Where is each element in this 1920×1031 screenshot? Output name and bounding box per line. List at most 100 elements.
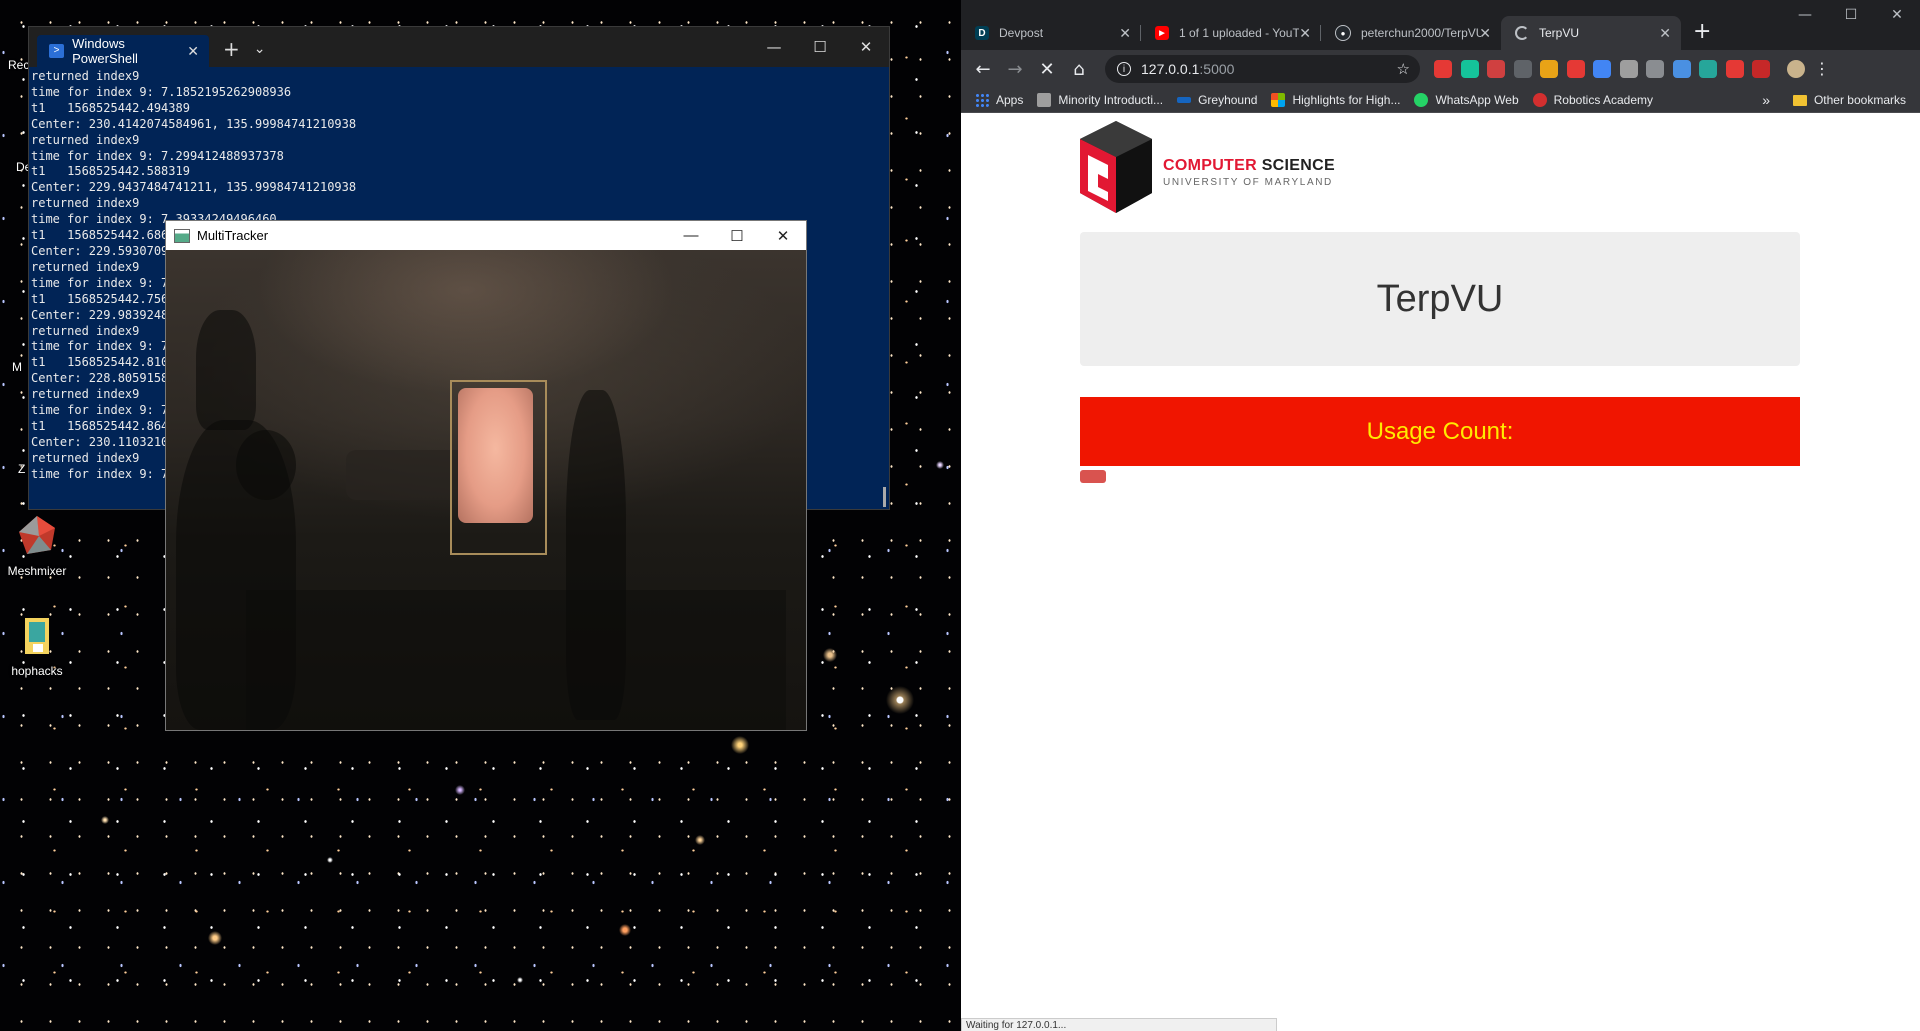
browser-tab-active[interactable]: TerpVU ✕ bbox=[1501, 16, 1681, 50]
multitracker-title: MultiTracker bbox=[197, 228, 269, 243]
new-tab-icon[interactable]: + bbox=[223, 37, 240, 61]
minimize-icon[interactable]: — bbox=[751, 27, 797, 67]
close-icon[interactable]: ✕ bbox=[843, 27, 889, 67]
greyhound-favicon-icon bbox=[1177, 97, 1192, 103]
app-window-icon bbox=[174, 228, 190, 243]
bookmark-label: Highlights for High... bbox=[1292, 93, 1401, 107]
folder-icon bbox=[1792, 94, 1807, 106]
console-line: t1 1568525442.494389 bbox=[31, 100, 190, 115]
info-icon: i bbox=[1117, 62, 1131, 76]
powershell-tab-title: Windows PowerShell bbox=[72, 36, 138, 66]
bookmark-apps[interactable]: Apps bbox=[975, 93, 1023, 107]
bookmark-item[interactable]: Highlights for High... bbox=[1271, 93, 1400, 107]
bookmark-item[interactable]: Minority Introducti... bbox=[1037, 93, 1163, 107]
devpost-favicon-icon: D bbox=[975, 26, 989, 40]
browser-tab[interactable]: ▶ 1 of 1 uploaded - YouTube ✕ bbox=[1141, 16, 1321, 50]
stop-loading-icon[interactable]: ✕ bbox=[1031, 59, 1063, 80]
extension-icon[interactable] bbox=[1487, 60, 1505, 78]
apps-grid-icon bbox=[975, 93, 989, 107]
background-shadow bbox=[196, 310, 256, 430]
chrome-menu-icon[interactable]: ⋮ bbox=[1813, 60, 1831, 78]
desktop-partial-label: Rec bbox=[8, 58, 30, 72]
other-bookmarks[interactable]: Other bookmarks bbox=[1792, 93, 1906, 107]
browser-tab[interactable]: D Devpost ✕ bbox=[961, 16, 1141, 50]
multitracker-window[interactable]: MultiTracker — ☐ ✕ bbox=[165, 220, 807, 731]
console-scrollbar[interactable] bbox=[883, 487, 886, 507]
url-host: 127.0.0.1 bbox=[1141, 61, 1200, 77]
extension-icon[interactable] bbox=[1699, 60, 1717, 78]
tab-title: Devpost bbox=[999, 26, 1044, 40]
forward-arrow-icon[interactable]: → bbox=[999, 59, 1031, 80]
meshmixer-desktop-icon[interactable]: Meshmixer bbox=[0, 512, 74, 578]
close-icon[interactable]: ✕ bbox=[1874, 0, 1920, 30]
new-tab-icon[interactable]: + bbox=[1693, 19, 1711, 44]
tab-title: peterchun2000/TerpVU bbox=[1361, 26, 1481, 40]
back-arrow-icon[interactable]: ← bbox=[967, 59, 999, 80]
console-line: returned index9 bbox=[31, 196, 140, 211]
console-line: Center: 229.9437484741211, 135.999847412… bbox=[31, 180, 357, 195]
robotics-favicon-icon bbox=[1532, 93, 1547, 107]
tracking-bounding-box bbox=[450, 380, 547, 555]
extension-icon[interactable] bbox=[1593, 60, 1611, 78]
extension-icon[interactable] bbox=[1540, 60, 1558, 78]
minimize-icon[interactable]: — bbox=[1782, 0, 1828, 30]
bookmark-item[interactable]: Greyhound bbox=[1177, 93, 1257, 107]
close-tab-icon[interactable]: ✕ bbox=[187, 43, 199, 60]
loading-spinner-icon bbox=[1515, 26, 1529, 40]
maximize-icon[interactable]: ☐ bbox=[1828, 0, 1874, 30]
bookmark-star-icon[interactable]: ☆ bbox=[1397, 60, 1410, 78]
chrome-tabbar[interactable]: D Devpost ✕ ▶ 1 of 1 uploaded - YouTube … bbox=[961, 0, 1920, 50]
chrome-toolbar: ← → ✕ ⌂ i 127.0.0.1:5000 ☆ ⋮ bbox=[961, 50, 1920, 88]
folder-icon bbox=[25, 618, 49, 654]
bookmark-item[interactable]: WhatsApp Web bbox=[1414, 93, 1519, 107]
maximize-icon[interactable]: ☐ bbox=[797, 27, 843, 67]
close-tab-icon[interactable]: ✕ bbox=[1479, 25, 1491, 42]
powershell-titlebar[interactable]: > Windows PowerShell ✕ + ⌄ — ☐ ✕ bbox=[29, 27, 889, 67]
logo-title: COMPUTER SCIENCE bbox=[1163, 157, 1335, 175]
bookmark-label: Greyhound bbox=[1198, 93, 1258, 107]
extension-icon[interactable] bbox=[1566, 60, 1585, 78]
bookmark-label: WhatsApp Web bbox=[1435, 93, 1519, 107]
extension-icon[interactable] bbox=[1434, 60, 1452, 78]
more-bookmarks-icon[interactable]: » bbox=[1762, 92, 1770, 108]
extension-icon[interactable] bbox=[1619, 60, 1638, 78]
minimize-icon[interactable]: — bbox=[668, 221, 714, 250]
page-content: COMPUTER SCIENCE UNIVERSITY OF MARYLAND … bbox=[961, 113, 1920, 1031]
extension-icon[interactable] bbox=[1513, 60, 1532, 78]
close-tab-icon[interactable]: ✕ bbox=[1299, 25, 1311, 42]
desktop-icon-label: hophacks bbox=[11, 664, 63, 678]
home-icon[interactable]: ⌂ bbox=[1063, 59, 1095, 80]
profile-avatar[interactable] bbox=[1786, 60, 1805, 78]
extension-icon[interactable] bbox=[1460, 60, 1479, 78]
extension-icon[interactable] bbox=[1752, 60, 1770, 78]
background-shadow bbox=[246, 590, 786, 730]
usage-count-banner: Usage Count: bbox=[1080, 397, 1800, 466]
desktop-partial-label: Z bbox=[18, 462, 26, 476]
chrome-window[interactable]: D Devpost ✕ ▶ 1 of 1 uploaded - YouTube … bbox=[961, 0, 1920, 1031]
page-favicon-icon bbox=[1037, 93, 1052, 107]
close-icon[interactable]: ✕ bbox=[760, 221, 806, 250]
small-red-button[interactable] bbox=[1080, 470, 1106, 483]
youtube-favicon-icon: ▶ bbox=[1155, 26, 1169, 40]
status-bubble: Waiting for 127.0.0.1... bbox=[961, 1018, 1277, 1031]
close-tab-icon[interactable]: ✕ bbox=[1659, 25, 1671, 42]
other-bookmarks-label: Other bookmarks bbox=[1813, 93, 1906, 107]
bookmark-label: Apps bbox=[996, 93, 1024, 107]
close-tab-icon[interactable]: ✕ bbox=[1119, 25, 1131, 42]
microsoft-favicon-icon bbox=[1271, 93, 1286, 107]
console-line: t1 1568525442.588319 bbox=[31, 164, 190, 179]
camera-frame bbox=[166, 250, 806, 730]
extension-icon[interactable] bbox=[1725, 60, 1744, 78]
maximize-icon[interactable]: ☐ bbox=[714, 221, 760, 250]
chevron-down-icon[interactable]: ⌄ bbox=[254, 41, 266, 57]
address-bar[interactable]: i 127.0.0.1:5000 ☆ bbox=[1105, 55, 1420, 83]
browser-tab[interactable]: ● peterchun2000/TerpVU ✕ bbox=[1321, 16, 1501, 50]
powershell-icon: > bbox=[49, 44, 65, 58]
hophacks-desktop-icon[interactable]: hophacks bbox=[0, 612, 74, 678]
extension-icon[interactable] bbox=[1646, 60, 1664, 78]
background-shadow bbox=[236, 430, 296, 500]
multitracker-titlebar[interactable]: MultiTracker — ☐ ✕ bbox=[166, 221, 806, 250]
bookmark-item[interactable]: Robotics Academy bbox=[1532, 93, 1653, 107]
extension-icon[interactable] bbox=[1672, 60, 1691, 78]
powershell-tab[interactable]: > Windows PowerShell ✕ bbox=[37, 35, 209, 67]
